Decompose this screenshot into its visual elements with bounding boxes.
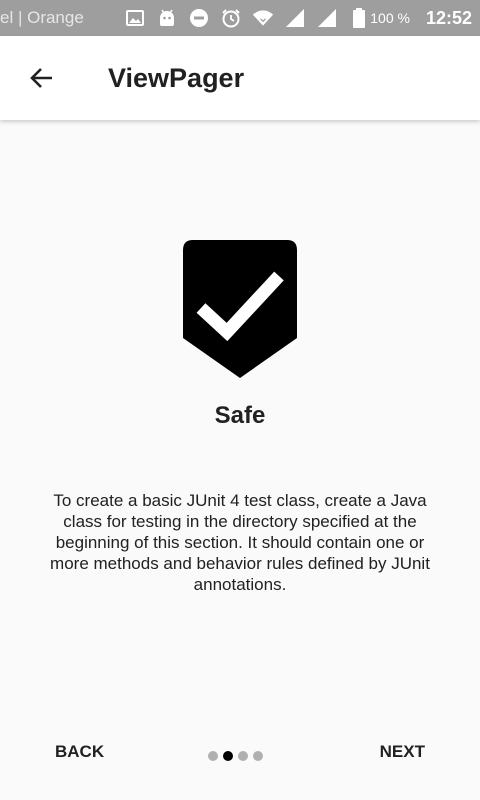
page-dot-1[interactable] bbox=[208, 751, 218, 761]
back-arrow-button[interactable] bbox=[22, 58, 62, 98]
image-icon bbox=[124, 7, 146, 29]
page-dot-3[interactable] bbox=[238, 751, 248, 761]
arrow-back-icon bbox=[30, 68, 52, 88]
shield-check-icon bbox=[183, 240, 297, 378]
page-heading: Safe bbox=[214, 402, 266, 429]
signal-icon-2 bbox=[316, 7, 338, 29]
page-title: ViewPager bbox=[108, 63, 245, 93]
status-right: 100 % 12:52 bbox=[368, 0, 472, 36]
alarm-icon bbox=[220, 7, 242, 29]
app-bar: ViewPager bbox=[0, 36, 480, 120]
signal-icon bbox=[284, 7, 306, 29]
do-not-disturb-icon bbox=[188, 7, 210, 29]
clock: 12:52 bbox=[425, 7, 472, 28]
page-dot-4[interactable] bbox=[253, 751, 263, 761]
wifi-icon bbox=[252, 7, 274, 29]
back-button[interactable]: BACK bbox=[40, 730, 119, 774]
screen: el | Orange 100 % 12:52 ViewPager Safe T… bbox=[0, 0, 480, 800]
battery-icon bbox=[348, 7, 370, 29]
page-indicator bbox=[208, 746, 263, 766]
next-button[interactable]: NEXT bbox=[365, 730, 440, 774]
android-icon bbox=[156, 7, 178, 29]
carrier-label: el | Orange bbox=[0, 8, 84, 27]
page-description: To create a basic JUnit 4 test class, cr… bbox=[50, 491, 430, 594]
status-bar: el | Orange 100 % 12:52 bbox=[0, 0, 480, 36]
notification-icons bbox=[124, 0, 370, 36]
battery-percent: 100 % bbox=[370, 10, 410, 26]
page-dot-2[interactable] bbox=[223, 751, 233, 761]
